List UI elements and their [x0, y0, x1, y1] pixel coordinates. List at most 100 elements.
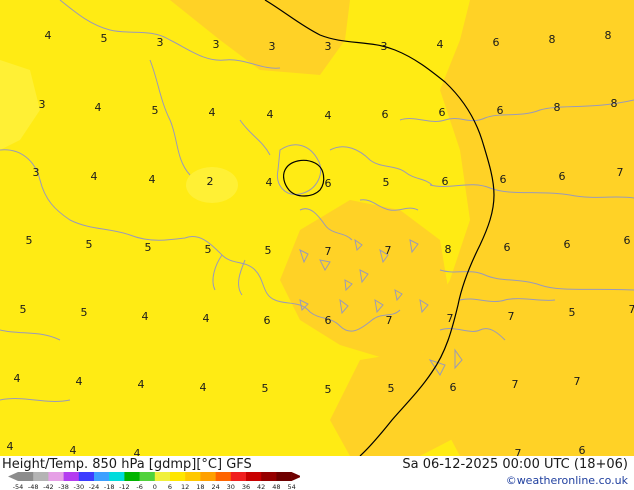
temperature-label: 3 — [39, 98, 46, 111]
legend-swatch — [18, 472, 34, 481]
temperature-label: 6 — [450, 381, 457, 394]
temperature-label: 4 — [325, 109, 332, 122]
temperature-label: 5 — [388, 382, 395, 395]
legend-swatch — [215, 472, 232, 481]
temperature-label: 5 — [262, 382, 269, 395]
site-credit[interactable]: ©weatheronline.co.uk — [506, 474, 628, 487]
legend-tick-labels: -54 -48 -42 -38 -30 -24 -18 -12 -6 0 6 12 18 24 30 36 42… — [13, 483, 296, 490]
legend-tick-label: 36 — [242, 483, 250, 490]
temperature-label: 4 — [91, 170, 98, 183]
legend-swatch — [230, 472, 247, 481]
legend-tick-label: 12 — [181, 483, 189, 490]
temperature-label: 4 — [200, 381, 207, 394]
temperature-label: 6 — [564, 238, 571, 251]
temperature-label: 4 — [76, 375, 83, 388]
map-title: Height/Temp. 850 hPa [gdmp][°C] GFS — [2, 457, 252, 472]
legend-swatch — [124, 472, 140, 481]
temperature-label: 4 — [149, 173, 156, 186]
temperature-label: 6 — [325, 177, 332, 190]
temperature-label: 5 — [20, 303, 27, 316]
temperature-label: 5 — [265, 244, 272, 257]
legend-tick-label: -48 — [28, 483, 39, 490]
legend-swatch — [154, 472, 171, 481]
legend-swatch — [78, 472, 95, 481]
temperature-label: 2 — [207, 175, 214, 188]
temperature-label: 4 — [95, 101, 102, 114]
legend-swatch — [276, 472, 292, 481]
temperature-label: 5 — [86, 238, 93, 251]
temperature-label: 6 — [559, 170, 566, 183]
temperature-label: 3 — [157, 36, 164, 49]
legend-tick-label: 6 — [168, 483, 172, 490]
legend-tick-label: 42 — [257, 483, 265, 490]
temperature-label: 4 — [142, 310, 149, 323]
temperature-label: 3 — [325, 40, 332, 53]
legend-tick-label: 24 — [211, 483, 219, 490]
temperature-label: 6 — [624, 234, 631, 247]
color-scale-legend: -54 -48 -42 -38 -30 -24 -18 -12 -6 0 6 12 18 24 30 36 42… — [8, 472, 300, 490]
temperature-label: 6 — [500, 173, 507, 186]
temperature-label: 3 — [33, 166, 40, 179]
forecast-map-view: 4533333468834544466688344246566675555577… — [0, 0, 634, 490]
legend-swatch — [200, 472, 216, 481]
temperature-label: 5 — [325, 383, 332, 396]
temperature-label: 4 — [266, 176, 273, 189]
legend-tick-label: -12 — [119, 483, 130, 490]
legend-swatch — [185, 472, 201, 481]
temperature-label: 6 — [382, 108, 389, 121]
legend-tick-label: -38 — [58, 483, 69, 490]
temperature-label: 4 — [7, 440, 14, 453]
temperature-label: 4 — [45, 29, 52, 42]
temperature-label: 7 — [574, 375, 581, 388]
legend-color-bars — [8, 472, 300, 481]
legend-swatch — [33, 472, 49, 481]
temperature-label: 7 — [386, 314, 393, 327]
temperature-label: 7 — [325, 245, 332, 258]
temperature-label: 8 — [611, 97, 618, 110]
legend-tick-label: -54 — [13, 483, 24, 490]
temperature-map: 4 5 3 3 3 3 3 4 6 8 8 3 4 5 4 4 4 6 6 6 8 8 3 4 4 2 4 6 5 6 6 6 7 5 5 5 5 5 7 7… — [0, 0, 634, 456]
legend-arrow-low — [8, 472, 18, 481]
legend-tick-label: 48 — [272, 483, 280, 490]
legend-swatch — [139, 472, 156, 481]
temperature-label: 4 — [203, 312, 210, 325]
legend-tick-label: 54 — [287, 483, 295, 490]
temperature-label: 8 — [549, 33, 556, 46]
temperature-label: 8 — [554, 101, 561, 114]
legend-tick-label: -6 — [136, 483, 142, 490]
temperature-label: 5 — [383, 176, 390, 189]
temperature-label: 7 — [617, 166, 624, 179]
temperature-label: 5 — [81, 306, 88, 319]
temperature-label: 6 — [325, 314, 332, 327]
temperature-label: 4 — [14, 372, 21, 385]
legend-tick-label: -24 — [89, 483, 100, 490]
temperature-label: 7 — [512, 378, 519, 391]
temperature-label: 6 — [493, 36, 500, 49]
legend-swatch — [48, 472, 64, 481]
temperature-label: 5 — [205, 243, 212, 256]
temperature-label: 5 — [569, 306, 576, 319]
temperature-label: 4 — [138, 378, 145, 391]
legend-swatch — [94, 472, 110, 481]
legend-tick-label: -30 — [73, 483, 84, 490]
legend-tick-label: -42 — [43, 483, 54, 490]
temperature-label: 4 — [437, 38, 444, 51]
legend-tick-label: -18 — [104, 483, 115, 490]
temperature-label: 4 — [267, 108, 274, 121]
legend-swatch — [261, 472, 277, 481]
temperature-label: 5 — [145, 241, 152, 254]
temperature-label: 6 — [439, 106, 446, 119]
temperature-label: 5 — [152, 104, 159, 117]
temperature-label: 5 — [26, 234, 33, 247]
legend-tick-label: 0 — [153, 483, 157, 490]
temperature-label: 6 — [497, 104, 504, 117]
temperature-label: 7 — [447, 312, 454, 325]
map-footer: Height/Temp. 850 hPa [gdmp][°C] GFS Sa 0… — [0, 456, 634, 490]
temperature-label: 8 — [445, 243, 452, 256]
temperature-label: 7 — [629, 303, 634, 316]
temperature-label: 7 — [508, 310, 515, 323]
temperature-label: 3 — [381, 40, 388, 53]
temperature-label: 6 — [504, 241, 511, 254]
legend-swatch — [170, 472, 186, 481]
temperature-label: 4 — [209, 106, 216, 119]
